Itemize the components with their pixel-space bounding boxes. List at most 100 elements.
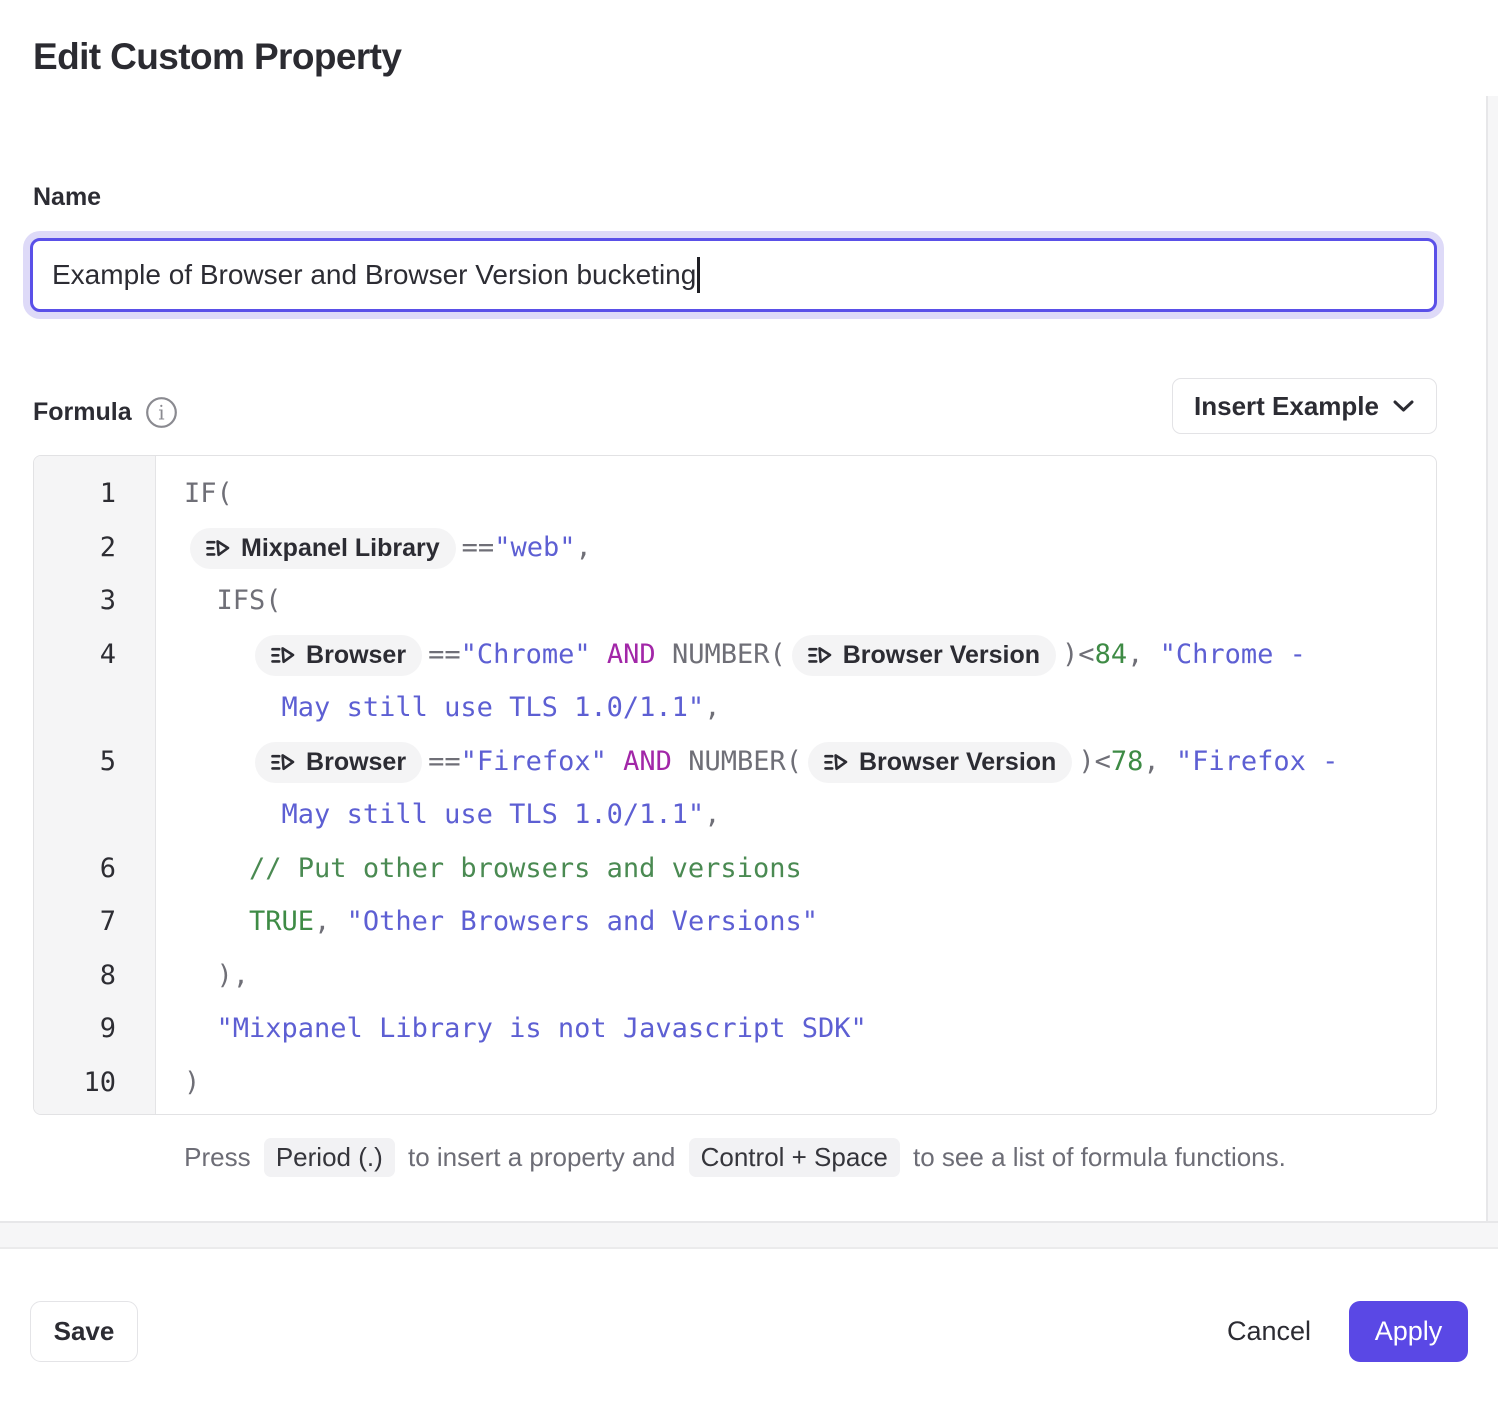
line-number: 4 (34, 628, 156, 682)
property-chip-label: Browser Version (859, 748, 1056, 777)
code-token-plain: == (428, 639, 461, 670)
code-token-plain: )< (1078, 746, 1111, 777)
code-row: 5 Browser =="Firefox" AND NUMBER( Browser … (34, 735, 1436, 789)
code-row: May still use TLS 1.0/1.1", (34, 788, 1436, 842)
line-number: 9 (34, 1002, 156, 1056)
line-number: 10 (34, 1056, 156, 1110)
code-token-kw: AND (607, 639, 656, 670)
line-number: 7 (34, 895, 156, 949)
save-button[interactable]: Save (30, 1301, 138, 1362)
code-token-string: "Firefox" (461, 746, 607, 777)
svg-text:i: i (158, 401, 164, 425)
kbd-control-space: Control + Space (689, 1138, 900, 1177)
chevron-down-icon (1392, 399, 1415, 413)
vertical-scrollbar[interactable] (1486, 96, 1498, 1221)
code-token-plain: IF( (184, 478, 233, 509)
property-chip[interactable]: Browser Version (792, 635, 1056, 676)
event-property-icon (824, 753, 848, 772)
code-token-plain (184, 799, 282, 830)
code-token-plain (184, 746, 249, 777)
code-token-plain: )< (1062, 639, 1095, 670)
code-rows: 1IF(2Mixpanel Library=="web",3 IFS(4 Bro… (34, 456, 1436, 1109)
code-line[interactable]: ), (156, 949, 1436, 1003)
info-icon[interactable]: i (145, 396, 178, 429)
code-token-plain: ), (184, 960, 249, 991)
line-number: 1 (34, 467, 156, 521)
code-line[interactable]: // Put other browsers and versions (156, 842, 1436, 896)
code-token-string: "Firefox - (1176, 746, 1339, 777)
code-row: 3 IFS( (34, 574, 1436, 628)
event-property-icon (271, 753, 295, 772)
code-row: 10) (34, 1056, 1436, 1110)
code-token-plain: , (1127, 639, 1160, 670)
code-row: 6 // Put other browsers and versions (34, 842, 1436, 896)
formula-header: Formula i (33, 396, 178, 429)
kbd-period: Period (.) (264, 1138, 395, 1177)
code-token-string: May still use TLS 1.0/1.1" (282, 692, 705, 723)
code-token-plain: , (704, 692, 720, 723)
horizontal-scrollbar[interactable] (0, 1221, 1498, 1249)
line-number: 3 (34, 574, 156, 628)
code-token-num: 78 (1111, 746, 1144, 777)
code-row: May still use TLS 1.0/1.1", (34, 681, 1436, 735)
code-row: 8 ), (34, 949, 1436, 1003)
code-row: 7 TRUE, "Other Browsers and Versions" (34, 895, 1436, 949)
property-chip[interactable]: Browser Version (808, 742, 1072, 783)
event-property-icon (206, 539, 230, 558)
code-line[interactable]: May still use TLS 1.0/1.1", (156, 681, 1436, 735)
code-row: 4 Browser=="Chrome" AND NUMBER(Browser V… (34, 628, 1436, 682)
property-chip[interactable]: Mixpanel Library (190, 528, 456, 569)
code-token-plain: , (704, 799, 720, 830)
code-token-kw: AND (623, 746, 672, 777)
line-number: 8 (34, 949, 156, 1003)
code-row: 1 IF( (34, 467, 1436, 521)
hint-prefix: Press (184, 1142, 250, 1172)
code-line[interactable]: IF( (156, 467, 1436, 521)
formula-editor[interactable]: 1IF(2Mixpanel Library=="web",3 IFS(4 Bro… (33, 455, 1437, 1115)
code-token-plain: == (428, 746, 461, 777)
editor-hint: Press Period (.) to insert a property an… (33, 1138, 1437, 1177)
code-token-plain: IFS( (184, 585, 282, 616)
code-line[interactable]: TRUE, "Other Browsers and Versions" (156, 895, 1436, 949)
event-property-icon (808, 646, 832, 665)
code-token-plain (184, 853, 249, 884)
hint-suffix: to see a list of formula functions. (913, 1142, 1286, 1172)
line-number: 5 (34, 735, 156, 789)
code-line[interactable]: ) (156, 1056, 1436, 1110)
code-line[interactable]: May still use TLS 1.0/1.1", (156, 788, 1436, 842)
insert-example-label: Insert Example (1194, 391, 1379, 422)
code-token-string: "Mixpanel Library is not Javascript SDK" (217, 1013, 867, 1044)
code-token-string: "web" (494, 532, 575, 563)
cancel-button[interactable]: Cancel (1210, 1301, 1328, 1362)
property-chip[interactable]: Browser (255, 635, 422, 676)
property-chip[interactable]: Browser (255, 742, 422, 783)
line-number: 2 (34, 521, 156, 575)
code-token-num: TRUE (249, 906, 314, 937)
code-token-plain: , (314, 906, 347, 937)
code-token-plain (184, 906, 249, 937)
code-token-plain: == (462, 532, 495, 563)
code-line[interactable]: "Mixpanel Library is not Javascript SDK" (156, 1002, 1436, 1056)
code-token-plain (184, 692, 282, 723)
code-line[interactable]: Browser=="Chrome" AND NUMBER(Browser Ver… (156, 628, 1436, 682)
text-cursor (697, 257, 700, 293)
apply-button[interactable]: Apply (1349, 1301, 1468, 1362)
property-chip-label: Mixpanel Library (241, 534, 440, 563)
name-input-value: Example of Browser and Browser Version b… (52, 259, 696, 291)
code-token-plain (607, 746, 623, 777)
code-token-string: May still use TLS 1.0/1.1" (282, 799, 705, 830)
line-number (34, 681, 156, 735)
property-chip-label: Browser Version (843, 641, 1040, 670)
code-token-comment: // Put other browsers and versions (249, 853, 802, 884)
insert-example-button[interactable]: Insert Example (1172, 378, 1437, 434)
code-line[interactable]: IFS( (156, 574, 1436, 628)
code-token-plain: NUMBER( (672, 746, 802, 777)
code-line[interactable]: Mixpanel Library=="web", (156, 521, 1436, 575)
code-token-plain (184, 639, 249, 670)
name-input[interactable]: Example of Browser and Browser Version b… (30, 238, 1437, 312)
code-token-plain (184, 1013, 217, 1044)
property-chip-label: Browser (306, 748, 406, 777)
code-token-string: "Other Browsers and Versions" (347, 906, 818, 937)
property-chip-label: Browser (306, 641, 406, 670)
code-line[interactable]: Browser =="Firefox" AND NUMBER( Browser Ve… (156, 735, 1436, 789)
